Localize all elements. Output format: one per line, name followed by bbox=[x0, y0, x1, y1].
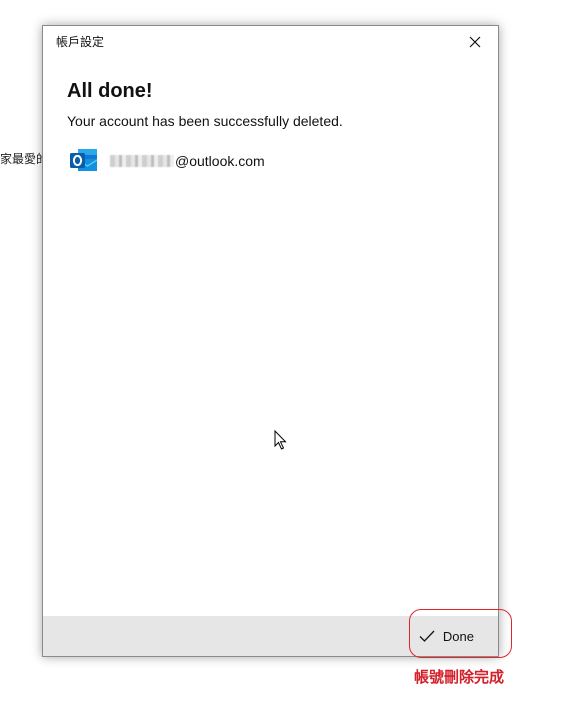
title-bar: 帳戶設定 bbox=[43, 26, 498, 58]
close-button[interactable] bbox=[452, 26, 498, 58]
account-settings-dialog: 帳戶設定 All done! Your account has been suc… bbox=[42, 25, 499, 657]
headline: All done! bbox=[67, 80, 153, 102]
account-row: @outlook.com bbox=[69, 148, 265, 173]
account-email: @outlook.com bbox=[175, 152, 265, 169]
close-icon bbox=[469, 36, 481, 48]
outlook-icon bbox=[70, 149, 98, 171]
dialog-content: All done! Your account has been successf… bbox=[67, 78, 474, 130]
dialog-title: 帳戶設定 bbox=[56, 35, 105, 49]
status-message: Your account has been successfully delet… bbox=[67, 113, 343, 129]
redacted-username bbox=[110, 154, 174, 167]
dialog-footer: Done bbox=[43, 616, 498, 656]
background-text: 家最愛的 bbox=[0, 152, 49, 166]
annotation-label: 帳號刪除完成 bbox=[414, 668, 505, 686]
checkmark-icon bbox=[419, 630, 435, 642]
done-label: Done bbox=[442, 628, 474, 644]
mouse-pointer-icon bbox=[274, 430, 287, 450]
done-button[interactable]: Done bbox=[409, 620, 486, 652]
